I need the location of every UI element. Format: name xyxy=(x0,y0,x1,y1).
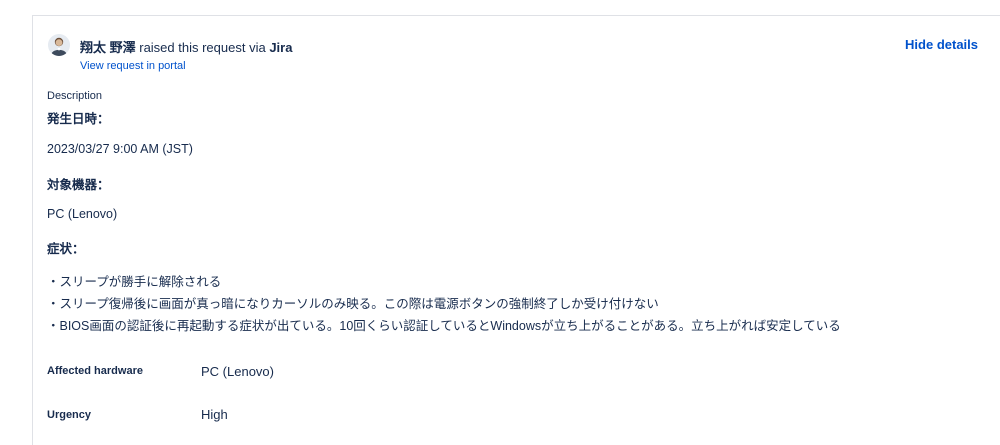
request-details-card xyxy=(32,15,1000,445)
user-avatar-icon[interactable] xyxy=(48,34,70,56)
urgency-value[interactable]: High xyxy=(201,407,228,422)
request-channel: Jira xyxy=(269,40,293,55)
urgency-label: Urgency xyxy=(47,409,92,421)
requester-name[interactable]: 翔太 野澤 xyxy=(80,40,136,55)
device-heading: 対象機器： xyxy=(47,178,110,192)
device-value: PC (Lenovo) xyxy=(47,207,118,221)
view-in-portal-link[interactable]: View request in portal xyxy=(80,60,186,72)
requester-line: 翔太 野澤 raised this request via Jira xyxy=(80,37,292,56)
description-label: Description xyxy=(47,90,103,102)
raised-text: raised this request via xyxy=(135,40,270,55)
affected-hardware-label: Affected hardware xyxy=(47,365,143,377)
occurrence-datetime: 2023/03/27 9:00 AM (JST) xyxy=(47,142,193,156)
affected-hardware-value[interactable]: PC (Lenovo) xyxy=(201,364,274,379)
occurrence-heading: 発生日時： xyxy=(47,112,110,126)
symptom-item: ・スリープが勝手に解除される xyxy=(47,275,222,289)
symptoms-heading: 症状： xyxy=(47,242,85,256)
hide-details-button[interactable]: Hide details xyxy=(905,37,978,52)
symptom-item: ・スリープ復帰後に画面が真っ暗になりカーソルのみ映る。この際は電源ボタンの強制終… xyxy=(47,297,659,311)
symptom-item: ・BIOS画面の認証後に再起動する症状が出ている。10回くらい認証しているとWi… xyxy=(47,319,841,333)
